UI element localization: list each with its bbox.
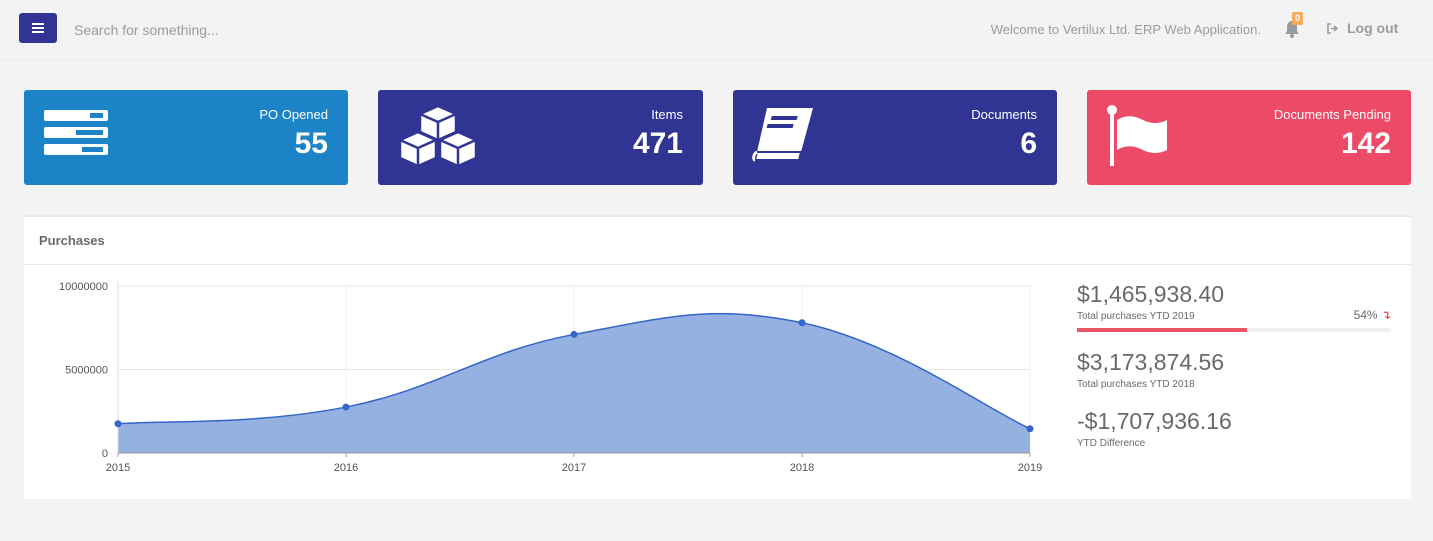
panel-title: Purchases (39, 233, 105, 248)
card-label: Items (651, 107, 683, 122)
data-point (570, 330, 578, 338)
stat-value: $3,173,874.56 (1077, 349, 1225, 375)
card-po-opened[interactable]: PO Opened 55 (24, 90, 348, 185)
progress-fill (1077, 328, 1247, 332)
stat-value: -$1,707,936.16 (1077, 408, 1232, 434)
data-point (342, 403, 350, 411)
top-navbar: Welcome to Vertilux Ltd. ERP Web Applica… (0, 0, 1433, 60)
y-tick-label: 5000000 (65, 365, 108, 377)
card-documents[interactable]: Documents 6 (733, 90, 1057, 185)
data-point (114, 420, 122, 428)
x-tick-label: 2019 (1018, 462, 1042, 474)
card-label: Documents (971, 107, 1037, 122)
card-value: 142 (1340, 127, 1391, 160)
x-tick-label: 2017 (562, 462, 586, 474)
stat-label: YTD Difference (1077, 438, 1146, 449)
stat-ytd-difference: -$1,707,936.16 YTD Difference (1077, 408, 1391, 449)
stat-label: Total purchases YTD 2018 (1077, 379, 1195, 390)
summary-cards: PO Opened 55 Items 471 Documents 6 Docum… (24, 90, 1411, 185)
sign-out-icon (1327, 22, 1339, 34)
card-label: PO Opened (259, 107, 328, 122)
card-items[interactable]: Items 471 (378, 90, 703, 185)
welcome-message: Welcome to Vertilux Ltd. ERP Web Applica… (990, 22, 1261, 37)
data-point (798, 319, 806, 327)
y-tick-label: 0 (102, 448, 108, 460)
cubes-icon (398, 104, 478, 168)
bars-icon (32, 23, 44, 33)
purchases-panel: Purchases 0 5000000 10000000 2015 2016 2017 20… (24, 215, 1411, 499)
flag-icon (1107, 105, 1167, 166)
card-value: 6 (1020, 127, 1037, 160)
card-value: 471 (632, 127, 683, 160)
card-label: Documents Pending (1273, 107, 1391, 122)
search-input[interactable] (74, 19, 434, 41)
card-value: 55 (294, 127, 328, 160)
data-point (1026, 425, 1034, 433)
stat-percent: 54% ↴ (1354, 308, 1391, 322)
x-tick-label: 2015 (106, 462, 130, 474)
book-icon (752, 108, 813, 162)
x-tick-label: 2018 (790, 462, 814, 474)
notification-badge: 0 (1292, 12, 1304, 25)
stat-ytd-current: $1,465,938.40 Total purchases YTD 2019 5… (1077, 281, 1391, 332)
progress-bar (1077, 328, 1391, 332)
level-down-icon: ↴ (1380, 308, 1391, 322)
x-tick-label: 2016 (334, 462, 358, 474)
purchases-area-chart: 0 5000000 10000000 2015 2016 2017 2018 2019 (59, 281, 1042, 474)
y-tick-label: 10000000 (59, 281, 108, 293)
logout-label: Log out (1347, 20, 1399, 36)
stat-percent-value: 54% (1353, 308, 1378, 322)
tasks-icon (44, 110, 108, 155)
stat-label: Total purchases YTD 2019 (1077, 311, 1195, 322)
stat-ytd-previous: $3,173,874.56 Total purchases YTD 2018 (1077, 349, 1391, 390)
card-documents-pending[interactable]: Documents Pending 142 (1087, 90, 1411, 185)
logout-link[interactable]: Log out (1327, 20, 1398, 36)
menu-toggle-button[interactable] (19, 13, 57, 43)
stat-value: $1,465,938.40 (1077, 281, 1225, 307)
